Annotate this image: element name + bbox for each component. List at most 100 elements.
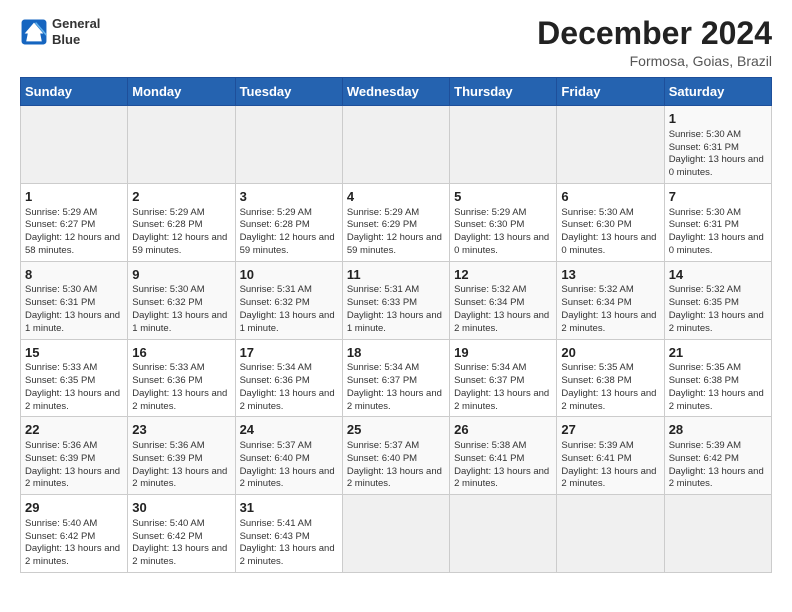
week-row-1: 1Sunrise: 5:29 AMSunset: 6:27 PMDaylight… bbox=[21, 183, 772, 261]
sunrise: Sunrise: 5:32 AM bbox=[669, 284, 741, 295]
day-cell: 30Sunrise: 5:40 AM Sunset: 6:42 PMDayligh… bbox=[128, 495, 235, 573]
daylight: Daylight: 13 hours and 1 minute. bbox=[347, 310, 442, 334]
logo-text: General Blue bbox=[52, 16, 100, 47]
header: General Blue December 2024 Formosa, Goia… bbox=[20, 16, 772, 69]
day-cell bbox=[235, 106, 342, 184]
day-cell: 24Sunrise: 5:37 AMSunset: 6:40 PMDayligh… bbox=[235, 417, 342, 495]
sunrise: Sunrise: 5:29 AM bbox=[454, 207, 526, 218]
day-number: 22 bbox=[25, 421, 123, 439]
day-number: 1 bbox=[25, 188, 123, 206]
calendar-table: SundayMondayTuesdayWednesdayThursdayFrid… bbox=[20, 77, 772, 573]
daylight: Daylight: 13 hours and 0 minutes. bbox=[669, 154, 764, 178]
day-cell: 5Sunrise: 5:29 AMSunset: 6:30 PMDaylight… bbox=[450, 183, 557, 261]
daylight: Daylight: 12 hours and 58 minutes. bbox=[25, 232, 120, 256]
sunset: Sunset: 6:42 PM bbox=[132, 531, 202, 542]
day-number: 30 bbox=[132, 499, 230, 517]
sunrise: Sunrise: 5:34 AM bbox=[454, 362, 526, 373]
sunrise: Sunrise: 5:36 AM bbox=[25, 440, 97, 451]
day-cell: 11Sunrise: 5:31 AMSunset: 6:33 PMDayligh… bbox=[342, 261, 449, 339]
sunset: Sunset: 6:35 PM bbox=[25, 375, 95, 386]
sunset: Sunset: 6:42 PM bbox=[669, 453, 739, 464]
daylight: Daylight: 13 hours and 2 minutes. bbox=[132, 543, 227, 567]
day-cell bbox=[450, 106, 557, 184]
daylight: Daylight: 13 hours and 2 minutes. bbox=[669, 388, 764, 412]
daylight: Daylight: 12 hours and 59 minutes. bbox=[240, 232, 335, 256]
week-row-4: 22Sunrise: 5:36 AMSunset: 6:39 PMDayligh… bbox=[21, 417, 772, 495]
day-of-week-sunday: Sunday bbox=[21, 78, 128, 106]
day-cell bbox=[664, 495, 771, 573]
day-number: 20 bbox=[561, 344, 659, 362]
sunrise: Sunrise: 5:40 AM bbox=[132, 518, 204, 529]
daylight: Daylight: 13 hours and 2 minutes. bbox=[454, 310, 549, 334]
sunset: Sunset: 6:37 PM bbox=[347, 375, 417, 386]
sunset: Sunset: 6:31 PM bbox=[669, 219, 739, 230]
day-cell: 10Sunrise: 5:31 AMSunset: 6:32 PMDayligh… bbox=[235, 261, 342, 339]
day-number: 25 bbox=[347, 421, 445, 439]
day-number: 31 bbox=[240, 499, 338, 517]
day-number: 2 bbox=[132, 188, 230, 206]
day-cell: 23Sunrise: 5:36 AMSunset: 6:39 PMDayligh… bbox=[128, 417, 235, 495]
day-number: 9 bbox=[132, 266, 230, 284]
day-cell: 7Sunrise: 5:30 AMSunset: 6:31 PMDaylight… bbox=[664, 183, 771, 261]
day-number: 3 bbox=[240, 188, 338, 206]
day-cell: 22Sunrise: 5:36 AMSunset: 6:39 PMDayligh… bbox=[21, 417, 128, 495]
sunset: Sunset: 6:36 PM bbox=[240, 375, 310, 386]
day-cell bbox=[557, 106, 664, 184]
sunset: Sunset: 6:31 PM bbox=[25, 297, 95, 308]
sunset: Sunset: 6:38 PM bbox=[561, 375, 631, 386]
day-cell: 31Sunrise: 5:41 AMSunset: 6:43 PMDayligh… bbox=[235, 495, 342, 573]
sunset: Sunset: 6:32 PM bbox=[132, 297, 202, 308]
week-row-0: 1Sunrise: 5:30 AMSunset: 6:31 PMDaylight… bbox=[21, 106, 772, 184]
logo-icon bbox=[20, 18, 48, 46]
sunrise: Sunrise: 5:39 AM bbox=[561, 440, 633, 451]
day-cell: 2Sunrise: 5:29 AMSunset: 6:28 PMDaylight… bbox=[128, 183, 235, 261]
daylight: Daylight: 12 hours and 59 minutes. bbox=[132, 232, 227, 256]
day-number: 21 bbox=[669, 344, 767, 362]
day-cell bbox=[128, 106, 235, 184]
day-number: 7 bbox=[669, 188, 767, 206]
sunset: Sunset: 6:30 PM bbox=[561, 219, 631, 230]
day-cell: 14Sunrise: 5:32 AMSunset: 6:35 PMDayligh… bbox=[664, 261, 771, 339]
sunrise: Sunrise: 5:32 AM bbox=[454, 284, 526, 295]
day-number: 6 bbox=[561, 188, 659, 206]
daylight: Daylight: 13 hours and 2 minutes. bbox=[561, 466, 656, 490]
day-cell: 17Sunrise: 5:34 AMSunset: 6:36 PMDayligh… bbox=[235, 339, 342, 417]
day-cell: 19Sunrise: 5:34 AMSunset: 6:37 PMDayligh… bbox=[450, 339, 557, 417]
sunset: Sunset: 6:28 PM bbox=[132, 219, 202, 230]
sunrise: Sunrise: 5:35 AM bbox=[669, 362, 741, 373]
sunrise: Sunrise: 5:30 AM bbox=[561, 207, 633, 218]
sunrise: Sunrise: 5:34 AM bbox=[240, 362, 312, 373]
sunrise: Sunrise: 5:40 AM bbox=[25, 518, 97, 529]
day-number: 8 bbox=[25, 266, 123, 284]
day-cell: 29Sunrise: 5:40 AMSunset: 6:42 PMDayligh… bbox=[21, 495, 128, 573]
day-cell: 18Sunrise: 5:34 AMSunset: 6:37 PMDayligh… bbox=[342, 339, 449, 417]
sunset: Sunset: 6:41 PM bbox=[561, 453, 631, 464]
daylight: Daylight: 13 hours and 2 minutes. bbox=[240, 543, 335, 567]
sunrise: Sunrise: 5:39 AM bbox=[669, 440, 741, 451]
day-number: 13 bbox=[561, 266, 659, 284]
days-of-week-row: SundayMondayTuesdayWednesdayThursdayFrid… bbox=[21, 78, 772, 106]
day-cell: 3Sunrise: 5:29 AMSunset: 6:28 PMDaylight… bbox=[235, 183, 342, 261]
day-cell: 4Sunrise: 5:29 AMSunset: 6:29 PMDaylight… bbox=[342, 183, 449, 261]
daylight: Daylight: 13 hours and 2 minutes. bbox=[561, 388, 656, 412]
sunrise: Sunrise: 5:33 AM bbox=[132, 362, 204, 373]
day-cell bbox=[21, 106, 128, 184]
daylight: Daylight: 13 hours and 2 minutes. bbox=[347, 466, 442, 490]
sunset: Sunset: 6:34 PM bbox=[561, 297, 631, 308]
daylight: Daylight: 13 hours and 0 minutes. bbox=[669, 232, 764, 256]
sunset: Sunset: 6:30 PM bbox=[454, 219, 524, 230]
day-cell: 15Sunrise: 5:33 AMSunset: 6:35 PMDayligh… bbox=[21, 339, 128, 417]
day-cell bbox=[557, 495, 664, 573]
daylight: Daylight: 13 hours and 0 minutes. bbox=[454, 232, 549, 256]
month-title: December 2024 bbox=[537, 16, 772, 51]
daylight: Daylight: 13 hours and 2 minutes. bbox=[25, 466, 120, 490]
daylight: Daylight: 13 hours and 2 minutes. bbox=[454, 466, 549, 490]
daylight: Daylight: 13 hours and 2 minutes. bbox=[669, 310, 764, 334]
sunset: Sunset: 6:33 PM bbox=[347, 297, 417, 308]
daylight: Daylight: 12 hours and 59 minutes. bbox=[347, 232, 442, 256]
day-number: 14 bbox=[669, 266, 767, 284]
sunset: Sunset: 6:36 PM bbox=[132, 375, 202, 386]
daylight: Daylight: 13 hours and 1 minute. bbox=[132, 310, 227, 334]
logo: General Blue bbox=[20, 16, 100, 47]
day-number: 17 bbox=[240, 344, 338, 362]
